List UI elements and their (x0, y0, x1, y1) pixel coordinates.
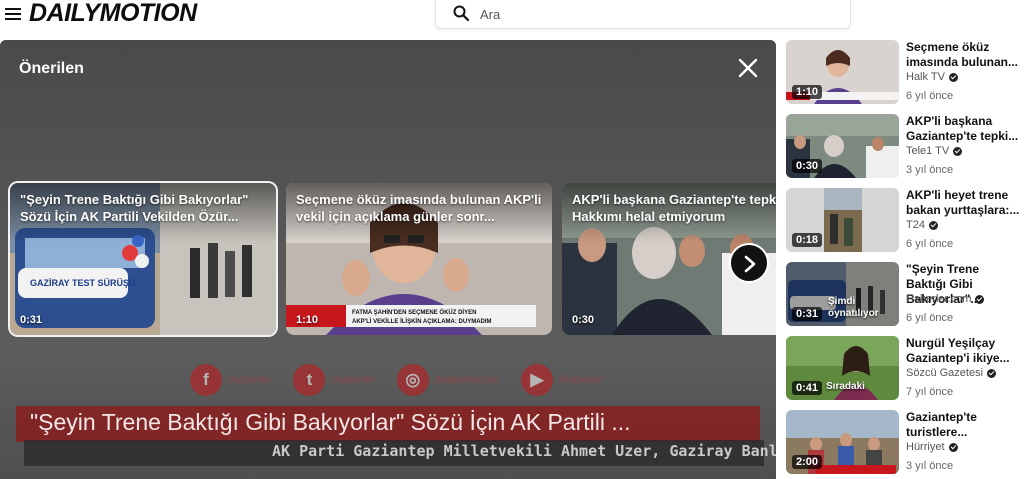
video-thumbnail[interactable]: 0:30 (786, 114, 899, 178)
dailymotion-logo[interactable]: DAILYMOTION (29, 0, 197, 28)
video-age: 3 yıl önce (906, 460, 954, 472)
search-icon[interactable] (453, 5, 469, 21)
verified-icon (928, 220, 938, 230)
twitter-watermark: t /haberler (293, 364, 375, 396)
video-duration: 0:31 (792, 307, 823, 321)
video-caption-subtitle: AK Parti Gaziantep Milletvekili Ahmet Uz… (272, 442, 776, 460)
list-item[interactable]: 0:18 AKP'li heyet trene bakan yurttaşlar… (786, 188, 1024, 254)
card-title: AKP'li başkana Gaziantep'te tepki: Hakkı… (572, 192, 776, 224)
channel-name[interactable]: Halk TV (906, 71, 958, 83)
video-age: 6 yıl önce (906, 238, 954, 250)
youtube-icon: ▶ (521, 364, 554, 396)
card-duration: 0:31 (20, 314, 43, 326)
now-playing-badge: Şimdi oynatılıyor (828, 296, 879, 319)
verified-icon (953, 146, 963, 156)
list-item[interactable]: 0:31 Şimdi oynatılıyor "Şeyin Trene Bakt… (786, 262, 1024, 328)
facebook-icon: f (190, 364, 222, 396)
video-title[interactable]: AKP'li başkana Gaziantep'te tepki... (906, 114, 1022, 144)
video-age: 6 yıl önce (906, 90, 954, 102)
verified-icon (948, 442, 958, 452)
video-title[interactable]: AKP'li heyet trene bakan yurttaşlara:... (906, 188, 1022, 218)
video-duration: 2:00 (792, 455, 823, 469)
instagram-icon: ◎ (396, 364, 429, 396)
video-social-watermark: f /haberler t /haberler ◎ /haberlercom ▶… (190, 362, 602, 398)
video-thumbnail[interactable]: 0:41 Sıradaki (786, 336, 899, 400)
card-ticker-text-2: AKP'Lİ VEKİLLE İLİŞKİN AÇIKLAMA: DUYMADI… (352, 318, 492, 325)
card-duration: 0:30 (572, 314, 595, 326)
verified-icon (975, 294, 985, 304)
recommendation-card[interactable]: FATMA ŞAHİN'DEN SEÇMENE ÖKÜZ DİYEN AKP'L… (286, 183, 552, 335)
video-title[interactable]: Nurgül Yeşilçay Gaziantep'i ikiye... (906, 336, 1022, 366)
video-title[interactable]: Seçmene öküz imasında bulunan... (906, 40, 1022, 70)
card-title: Seçmene öküz imasında bulunan AKP'li vek… (296, 192, 542, 224)
list-item[interactable]: 1:10 Seçmene öküz imasında bulunan... Ha… (786, 40, 1024, 106)
video-age: 7 yıl önce (906, 386, 954, 398)
channel-name[interactable]: Hürriyet (906, 441, 958, 453)
video-caption-title: "Şeyin Trene Baktığı Gibi Bakıyorlar" Sö… (30, 409, 631, 435)
channel-name[interactable]: Sözcü Gazetesi (906, 367, 997, 379)
youtube-watermark: ▶ /haberler (521, 364, 602, 396)
video-title[interactable]: Gaziantep'te turistlere... (906, 410, 1022, 440)
video-player[interactable]: f /haberler t /haberler ◎ /haberlercom ▶… (0, 40, 776, 479)
video-thumbnail[interactable]: 2:00 (786, 410, 899, 474)
facebook-watermark: f /haberler (190, 364, 271, 396)
next-recommendations-button[interactable] (729, 243, 769, 283)
video-thumbnail[interactable]: 1:10 (786, 40, 899, 104)
list-item[interactable]: 0:30 AKP'li başkana Gaziantep'te tepki..… (786, 114, 1024, 180)
video-age: 3 yıl önce (906, 164, 954, 176)
channel-name[interactable]: Tele1 TV (906, 145, 963, 157)
close-icon[interactable] (737, 57, 759, 79)
video-duration: 0:41 (792, 381, 823, 395)
card-title: "Şeyin Trene Baktığı Gibi Bakıyorlar" Sö… (20, 192, 249, 224)
up-next-badge: Sıradaki (826, 381, 865, 392)
list-item[interactable]: 2:00 Gaziantep'te turistlere... Hürriyet… (786, 410, 1024, 476)
video-duration: 0:18 (792, 233, 823, 247)
chevron-right-icon (744, 255, 756, 273)
channel-name[interactable]: Haberler.com (906, 293, 985, 305)
verified-icon (948, 72, 958, 82)
search-bar[interactable] (435, 0, 851, 29)
card-banner-text: GAZİRAY TEST SÜRÜŞÜ (30, 278, 136, 288)
list-item[interactable]: 0:41 Sıradaki Nurgül Yeşilçay Gaziantep'… (786, 336, 1024, 402)
instagram-watermark: ◎ /haberlercom (396, 364, 499, 396)
video-thumbnail[interactable]: 0:31 Şimdi oynatılıyor (786, 262, 899, 326)
recommendation-card[interactable]: GAZİRAY TEST SÜRÜŞÜ "Şeyin Trene Baktığı… (10, 183, 276, 335)
video-duration: 1:10 (792, 85, 823, 99)
video-thumbnail[interactable]: 0:18 (786, 188, 899, 252)
twitter-icon: t (293, 364, 326, 396)
top-bar: DAILYMOTION (0, 0, 1024, 34)
verified-icon (987, 368, 997, 378)
channel-name[interactable]: T24 (906, 219, 938, 231)
search-input[interactable] (478, 2, 822, 26)
card-duration: 1:10 (296, 314, 319, 326)
video-age: 6 yıl önce (906, 312, 954, 324)
card-ticker-text-1: FATMA ŞAHİN'DEN SEÇMENE ÖKÜZ DİYEN (352, 309, 476, 316)
recommended-heading: Önerilen (19, 60, 84, 77)
menu-icon[interactable] (5, 6, 21, 22)
video-duration: 0:30 (792, 159, 823, 173)
